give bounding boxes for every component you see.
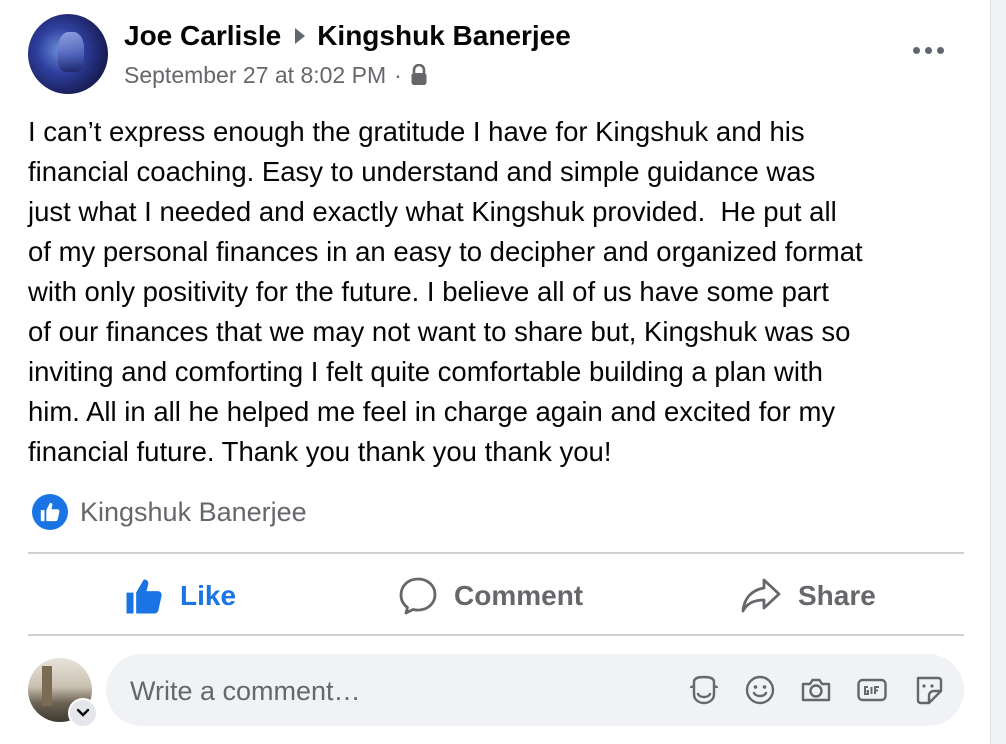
author-avatar[interactable]	[28, 14, 108, 94]
like-button[interactable]: Like	[124, 566, 236, 626]
post-meta: September 27 at 8:02 PM ·	[124, 60, 428, 90]
comment-composer[interactable]	[106, 654, 964, 728]
comment-label: Comment	[454, 580, 584, 611]
divider-bottom	[28, 634, 964, 636]
comment-button[interactable]: Comment	[398, 566, 583, 626]
share-label: Share	[798, 580, 876, 611]
divider-top	[28, 552, 964, 554]
post-header: Joe Carlisle Kingshuk Banerjee	[124, 18, 571, 54]
post-card: Joe Carlisle Kingshuk Banerjee September…	[0, 0, 990, 744]
like-reaction-icon	[32, 494, 68, 530]
camera-icon[interactable]	[800, 674, 832, 706]
gif-icon[interactable]	[856, 674, 888, 706]
more-dot	[924, 46, 932, 54]
recipient-name[interactable]: Kingshuk Banerjee	[317, 20, 571, 52]
avatar-sticker-icon[interactable]	[688, 674, 720, 706]
like-label: Like	[180, 580, 237, 611]
emoji-icon[interactable]	[744, 674, 776, 706]
reaction-names: Kingshuk Banerjee	[80, 496, 307, 527]
lock-icon[interactable]	[410, 64, 428, 86]
reactions-summary[interactable]: Kingshuk Banerjee	[32, 494, 307, 530]
chevron-down-icon[interactable]	[68, 698, 98, 728]
more-dot	[912, 46, 920, 54]
thumbs-up-icon	[126, 579, 162, 614]
post-text: I can’t express enough the gratitude I h…	[28, 116, 863, 467]
share-icon	[741, 578, 781, 613]
post-timestamp[interactable]: September 27 at 8:02 PM	[124, 62, 386, 89]
scrollbar-track[interactable]	[990, 0, 1006, 744]
caret-right-icon	[295, 28, 306, 44]
author-name[interactable]: Joe Carlisle	[124, 20, 281, 52]
share-button[interactable]: Share	[740, 566, 876, 626]
more-options-icon[interactable]	[906, 38, 950, 62]
comment-input[interactable]	[128, 654, 652, 728]
sticker-icon[interactable]	[912, 674, 944, 706]
more-dot	[936, 46, 944, 54]
comment-icon	[399, 577, 437, 615]
meta-separator: ·	[394, 61, 402, 88]
